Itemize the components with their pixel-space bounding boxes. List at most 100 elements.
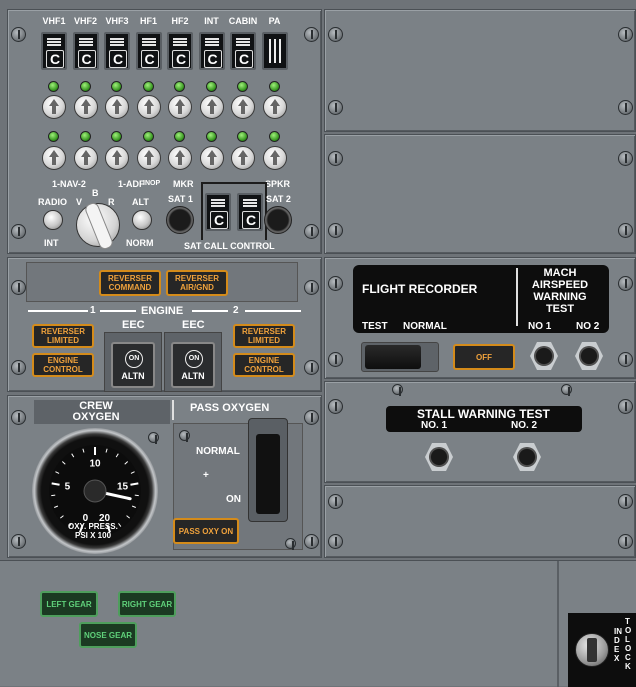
led-row1-int <box>206 81 217 92</box>
screw-icon <box>392 384 403 395</box>
call-switch-vhf2[interactable]: C <box>73 32 99 70</box>
volume-knob-row2-5[interactable] <box>200 146 224 170</box>
mach-test-1-button[interactable] <box>530 342 558 370</box>
eec-1-button[interactable]: ON ALTN <box>111 342 155 388</box>
blank-panel-3 <box>324 485 636 558</box>
volume-knob-row2-7[interactable] <box>263 146 287 170</box>
volume-knob-row2-3[interactable] <box>137 146 161 170</box>
gauge-tick-label: 10 <box>89 459 101 470</box>
led-row2-2 <box>111 131 122 142</box>
fdr-normal-label: NORMAL <box>403 321 447 332</box>
call-letter: C <box>210 211 228 229</box>
reverser-command-light: REVERSER COMMAND <box>99 270 161 296</box>
call-label-int: INT <box>195 16 229 26</box>
fdr-off-light: OFF <box>453 344 515 370</box>
screw-icon <box>618 534 633 549</box>
oxygen-panel: CREW OXYGEN PASS OXYGEN 05101520 OXY. PR… <box>7 395 322 558</box>
mach-divider <box>516 268 518 326</box>
flight-recorder-label: FLIGHT RECORDER <box>362 282 477 296</box>
sat2-button[interactable] <box>264 206 292 234</box>
screw-icon <box>11 280 26 295</box>
reverser-limited-1-light: REVERSER LIMITED <box>32 324 94 348</box>
call-letter: C <box>242 211 260 229</box>
led-row2-1 <box>80 131 91 142</box>
volume-knob-row1-pa[interactable] <box>263 95 287 119</box>
mach-test-2-button[interactable] <box>575 342 603 370</box>
inop-label: INOP <box>143 180 160 187</box>
radio-int-toggle[interactable] <box>43 210 63 230</box>
volume-knob-row2-6[interactable] <box>231 146 255 170</box>
pass-oxy-plus-label: + <box>203 470 209 481</box>
volume-knob-row2-1[interactable] <box>74 146 98 170</box>
volume-knob-row1-cabin[interactable] <box>231 95 255 119</box>
eec-altn-label: ALTN <box>173 371 213 381</box>
volume-knob-row2-0[interactable] <box>42 146 66 170</box>
call-switch-vhf1[interactable]: C <box>41 32 67 70</box>
screw-icon <box>328 151 343 166</box>
sat-call-switch-1[interactable]: C <box>205 193 231 231</box>
call-switch-pa[interactable] <box>262 32 288 70</box>
screw-icon <box>328 352 343 367</box>
sat2-label: SAT 2 <box>266 194 291 204</box>
eec-2-button[interactable]: ON ALTN <box>171 342 215 388</box>
call-label-cabin: CABIN <box>226 16 260 26</box>
call-label-pa: PA <box>258 16 292 26</box>
switch-bars <box>236 38 250 46</box>
fdr-test-label: TEST <box>362 321 388 332</box>
screw-icon <box>11 224 26 239</box>
call-letter: C <box>46 50 64 68</box>
screw-icon <box>148 432 159 443</box>
volume-knob-row1-vhf2[interactable] <box>74 95 98 119</box>
call-switch-hf2[interactable]: C <box>167 32 193 70</box>
volume-knob-row2-4[interactable] <box>168 146 192 170</box>
screw-icon <box>618 100 633 115</box>
screw-icon <box>618 151 633 166</box>
flight-recorder-panel: FLIGHT RECORDER MACH AIRSPEED WARNING TE… <box>324 257 636 379</box>
led-row1-pa <box>269 81 280 92</box>
to-lock-label: TO LOCK <box>625 617 633 671</box>
call-label-hf1: HF1 <box>132 16 166 26</box>
volume-knob-row2-2[interactable] <box>105 146 129 170</box>
audio-control-panel: VHF1VHF2VHF3HF1HF2INTCABINPA CCCCCCC 1-N… <box>7 9 322 254</box>
eec-on-indicator: ON <box>125 350 143 368</box>
adf-label: 1-ADF <box>118 179 145 189</box>
gauge-tick-label: 5 <box>65 482 71 493</box>
stall-test-2-button[interactable] <box>513 443 541 471</box>
volume-knob-row1-int[interactable] <box>200 95 224 119</box>
pass-oxy-switch[interactable] <box>256 434 280 514</box>
volume-knob-row1-vhf1[interactable] <box>42 95 66 119</box>
switch-bars <box>243 199 257 207</box>
sat1-button[interactable] <box>166 206 194 234</box>
led-row1-hf2 <box>174 81 185 92</box>
call-switch-cabin[interactable]: C <box>230 32 256 70</box>
screw-icon <box>11 534 26 549</box>
blank-panel-2 <box>324 134 636 254</box>
int-label: INT <box>44 238 59 248</box>
screw-icon <box>304 534 319 549</box>
gauge-caption-2: PSI X 100 <box>75 531 111 540</box>
led-row2-5 <box>206 131 217 142</box>
call-switch-vhf3[interactable]: C <box>104 32 130 70</box>
call-switch-int[interactable]: C <box>199 32 225 70</box>
volume-knob-row1-hf2[interactable] <box>168 95 192 119</box>
alt-norm-toggle[interactable] <box>132 210 152 230</box>
lower-panel: LEFT GEAR RIGHT GEAR NOSE GEAR INDEX TO … <box>0 560 636 686</box>
reverser-limited-2-light: REVERSER LIMITED <box>233 324 295 348</box>
filter-selector-knob[interactable] <box>76 203 120 247</box>
call-label-vhf1: VHF1 <box>37 16 71 26</box>
led-row1-hf1 <box>143 81 154 92</box>
fdr-test-switch[interactable] <box>365 345 421 369</box>
sat-call-switch-2[interactable]: C <box>237 193 263 231</box>
call-switch-hf1[interactable]: C <box>136 32 162 70</box>
stall-test-1-button[interactable] <box>425 443 453 471</box>
index-lock-knob[interactable] <box>575 633 609 667</box>
led-row2-7 <box>269 131 280 142</box>
engine-1-label: 1 <box>90 305 96 316</box>
led-row1-cabin <box>237 81 248 92</box>
switch-bars <box>173 38 187 46</box>
screw-icon <box>304 27 319 42</box>
volume-knob-row1-hf1[interactable] <box>137 95 161 119</box>
screw-icon <box>328 100 343 115</box>
sat-call-control-label: SAT CALL CONTROL <box>184 241 275 251</box>
volume-knob-row1-vhf3[interactable] <box>105 95 129 119</box>
